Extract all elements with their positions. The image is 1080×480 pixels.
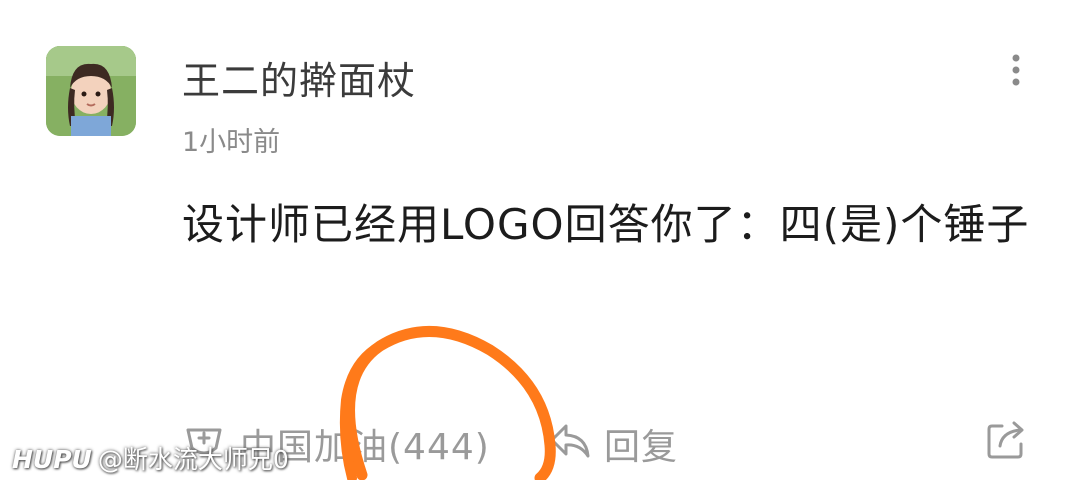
avatar-image (46, 46, 136, 136)
reply-button[interactable]: 回复 (604, 418, 678, 470)
watermark-handle: @断水流大师兄0 (97, 445, 289, 474)
watermark: HUPU @断水流大师兄0 (12, 440, 289, 476)
more-options-icon[interactable] (1002, 50, 1030, 90)
username[interactable]: 王二的擀面杖 (182, 50, 416, 105)
watermark-brand: HUPU (12, 445, 92, 474)
comment-content: 设计师已经用LOGO回答你了：四(是)个锤子 (182, 200, 1030, 249)
avatar[interactable] (46, 46, 136, 136)
reply-icon[interactable] (548, 418, 592, 462)
timestamp: 1小时前 (182, 127, 281, 158)
share-icon[interactable] (984, 416, 1030, 462)
